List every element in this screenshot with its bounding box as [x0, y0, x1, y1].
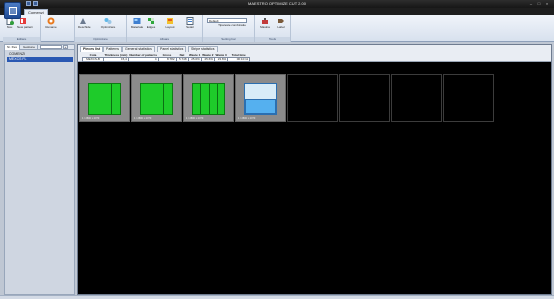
settings-button[interactable]: Setari	[183, 17, 197, 29]
cell-name: MEXCS-B	[82, 57, 104, 62]
cut-line	[200, 84, 202, 114]
group-setting-bar: Default Tipareste combinatie Setting bar	[203, 15, 255, 42]
cut-line	[111, 84, 113, 114]
cell-patterns: 4	[127, 57, 159, 62]
left-panel-selector[interactable]	[40, 45, 62, 49]
pattern-sheet	[192, 83, 225, 115]
layout-button[interactable]: Layout	[163, 17, 177, 29]
left-panel: Nr. files Gestiune + COMENZI MEXCS FL	[4, 44, 75, 295]
window-title: MAESTRO OPTIMIZE CUT 2.00	[248, 1, 306, 6]
left-panel-tabs: Nr. files Gestiune +	[5, 45, 74, 50]
app-window: MAESTRO OPTIMIZE CUT 2.00 – □ × Comenzi …	[0, 0, 554, 299]
pattern-sheet	[88, 83, 121, 115]
group-label-optimizare: Optimizare	[75, 37, 126, 42]
pattern-sheet	[140, 83, 173, 115]
group-label-afisare: Afisare	[127, 37, 202, 42]
app-logo-icon	[9, 7, 17, 15]
statistics-row[interactable]: MEXCS-B 15,4 4 8.782 5.748 25.6% 25.6% 2…	[82, 57, 251, 62]
cut-line	[216, 84, 218, 114]
group-editare: Nou New pattern Editare	[3, 15, 41, 42]
group-label-tools: Tools	[255, 37, 290, 42]
statistics-table: Cota Thickness (mm) Number of patterns G…	[82, 53, 251, 62]
pattern-thumbnail[interactable]: 1 / 2800 x 2070	[131, 74, 182, 122]
pattern-caption: 1 / 2800 x 2070	[82, 117, 100, 120]
empty-pattern-slot[interactable]	[391, 74, 442, 122]
material-icon	[133, 18, 141, 24]
edges-icon	[148, 18, 154, 24]
machine-icon	[262, 18, 268, 24]
pattern-caption: 1 / 2800 x 2070	[186, 117, 204, 120]
optimize-icon	[104, 18, 112, 24]
optimize-button[interactable]: Optimizare	[97, 17, 119, 29]
group-label-setting-bar: Setting bar	[203, 37, 254, 42]
layout-icon	[167, 18, 173, 24]
machine-button[interactable]: Masina	[259, 17, 271, 29]
title-bar: MAESTRO OPTIMIZE CUT 2.00 – □ ×	[0, 0, 554, 8]
col-header: Number of patterns	[129, 53, 158, 57]
statistics-band: Cota Thickness (mm) Number of patterns G…	[78, 52, 551, 62]
combine-button[interactable]: Tipareste combinatie	[215, 24, 249, 27]
cell-net: 5.748	[175, 57, 189, 62]
cell-thickness: 15,4	[103, 57, 129, 62]
cell-gross: 8.782	[157, 57, 177, 62]
edges-button[interactable]: Edges	[146, 17, 156, 29]
cell-waste-2: 25.6%	[200, 57, 215, 62]
group-label-editare: Editare	[3, 37, 40, 42]
cell-total-time: 00:10:11	[227, 57, 251, 62]
application-menu-button[interactable]	[4, 2, 21, 19]
rename-button[interactable]: Rename	[45, 17, 57, 29]
open-button[interactable]: Deschide	[78, 17, 91, 29]
empty-pattern-slot[interactable]	[339, 74, 390, 122]
group-tools: Masina Label Tools	[255, 15, 291, 42]
ribbon: Nou New pattern Editare Rename Deschide …	[0, 15, 554, 42]
open-icon	[80, 18, 86, 24]
add-icon[interactable]: +	[63, 45, 68, 49]
pattern-caption: 1 / 2800 x 2070	[238, 117, 256, 120]
group-afisare: Materiale Edges Layout Setari Afisare	[127, 15, 203, 42]
pattern-thumbnail[interactable]: 1 / 2800 x 2070	[235, 74, 286, 122]
group-rename: Rename	[41, 15, 75, 42]
maximize-icon[interactable]: □	[536, 1, 542, 6]
minimize-icon[interactable]: –	[528, 1, 534, 6]
close-icon[interactable]: ×	[544, 1, 550, 6]
empty-pattern-slot[interactable]	[287, 74, 338, 122]
label-button[interactable]: Label	[275, 17, 287, 29]
cut-line	[163, 84, 165, 114]
rename-icon	[47, 17, 55, 25]
pattern-caption: 1 / 2800 x 2070	[134, 117, 152, 120]
settings-icon	[186, 17, 194, 25]
pattern-sheet	[244, 83, 277, 115]
status-bar	[0, 295, 554, 299]
main-canvas: Pieces list Patterns General statistics …	[77, 44, 552, 295]
tree-item-selected[interactable]: MEXCS FL	[7, 57, 73, 62]
pattern-thumbnails: 1 / 2800 x 2070 1 / 2800 x 2070 1 / 2800 x…	[78, 74, 551, 122]
label-icon	[278, 19, 284, 23]
empty-pattern-slot[interactable]	[443, 74, 494, 122]
material-button[interactable]: Materiale	[130, 17, 144, 29]
left-tab-files[interactable]: Nr. files	[5, 45, 21, 50]
cut-line	[208, 84, 210, 114]
pattern-thumbnail[interactable]: 1 / 2800 x 2070	[183, 74, 234, 122]
placed-piece	[245, 99, 276, 114]
order-tree: COMENZI MEXCS FL	[7, 52, 73, 62]
main-tabs: Pieces list Patterns General statistics …	[78, 45, 551, 52]
left-tab-gestiune[interactable]: Gestiune	[21, 45, 39, 50]
ribbon-tab-strip	[0, 8, 554, 15]
cell-waste-1: 25.6%	[187, 57, 202, 62]
cell-waste-3: 23.6%	[213, 57, 229, 62]
group-optimizare: Deschide Optimizare Optimizare	[75, 15, 127, 42]
pattern-thumbnail[interactable]: 1 / 2800 x 2070	[79, 74, 130, 122]
